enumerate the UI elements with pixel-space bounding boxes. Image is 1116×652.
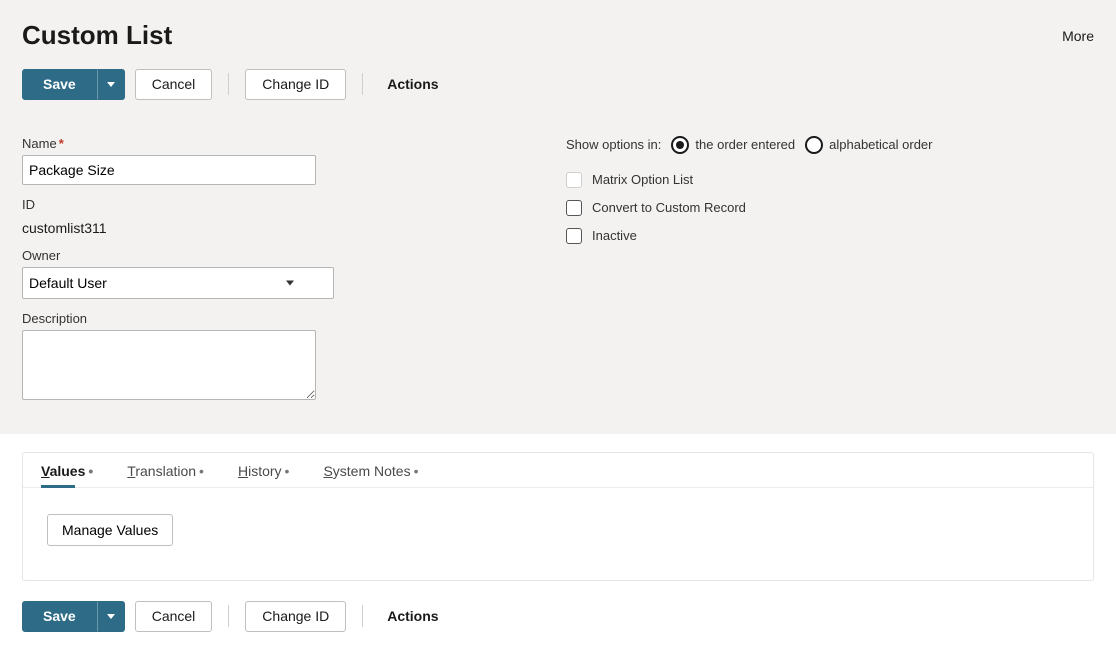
radio-order-entered[interactable]: the order entered [671,136,795,154]
show-options-label: Show options in: [566,137,661,152]
checkbox-label: Convert to Custom Record [592,200,746,215]
actions-menu[interactable]: Actions [387,76,438,92]
radio-icon [805,136,823,154]
inactive-checkbox[interactable]: Inactive [566,228,933,244]
radio-alphabetical[interactable]: alphabetical order [805,136,932,154]
checkbox-icon [566,200,582,216]
save-button[interactable]: Save [22,601,97,632]
cancel-button[interactable]: Cancel [135,601,213,632]
save-split-button: Save [22,69,125,100]
name-label: Name* [22,136,316,151]
more-link[interactable]: More [1062,28,1094,44]
save-dropdown-button[interactable] [97,69,125,100]
form-area: Name* ID customlist311 Owner Description… [0,112,1116,434]
save-dropdown-button[interactable] [97,601,125,632]
matrix-option-checkbox[interactable]: Matrix Option List [566,172,933,188]
tab-system-notes[interactable]: System Notes• [323,463,418,487]
tabs-bar: Values• Translation• History• System Not… [23,453,1093,488]
checkbox-icon [566,172,582,188]
save-button[interactable]: Save [22,69,97,100]
caret-down-icon [107,614,115,619]
tab-translation[interactable]: Translation• [127,463,204,487]
checkbox-icon [566,228,582,244]
id-label: ID [22,197,316,212]
top-toolbar: Save Cancel Change ID Actions [22,69,1094,100]
actions-menu[interactable]: Actions [387,608,438,624]
manage-values-button[interactable]: Manage Values [47,514,173,546]
convert-custom-record-checkbox[interactable]: Convert to Custom Record [566,200,933,216]
divider [362,73,363,95]
tabs-container: Values• Translation• History• System Not… [22,452,1094,581]
divider [228,73,229,95]
checkbox-label: Matrix Option List [592,172,693,187]
owner-select[interactable] [22,267,334,299]
radio-label: alphabetical order [829,137,932,152]
divider [362,605,363,627]
owner-label: Owner [22,248,316,263]
id-value: customlist311 [22,220,316,236]
change-id-button[interactable]: Change ID [245,601,346,632]
cancel-button[interactable]: Cancel [135,69,213,100]
change-id-button[interactable]: Change ID [245,69,346,100]
radio-icon [671,136,689,154]
divider [228,605,229,627]
description-textarea[interactable] [22,330,316,400]
name-input[interactable] [22,155,316,185]
save-split-button-bottom: Save [22,601,125,632]
description-label: Description [22,311,316,326]
checkbox-label: Inactive [592,228,637,243]
form-right-column: Show options in: the order entered alpha… [566,136,933,400]
page-title: Custom List [22,20,172,51]
tab-history[interactable]: History• [238,463,289,487]
form-left-column: Name* ID customlist311 Owner Description [22,136,316,400]
bottom-toolbar: Save Cancel Change ID Actions [0,581,1116,652]
radio-label: the order entered [695,137,795,152]
tab-values[interactable]: Values• [41,463,93,487]
caret-down-icon [107,82,115,87]
